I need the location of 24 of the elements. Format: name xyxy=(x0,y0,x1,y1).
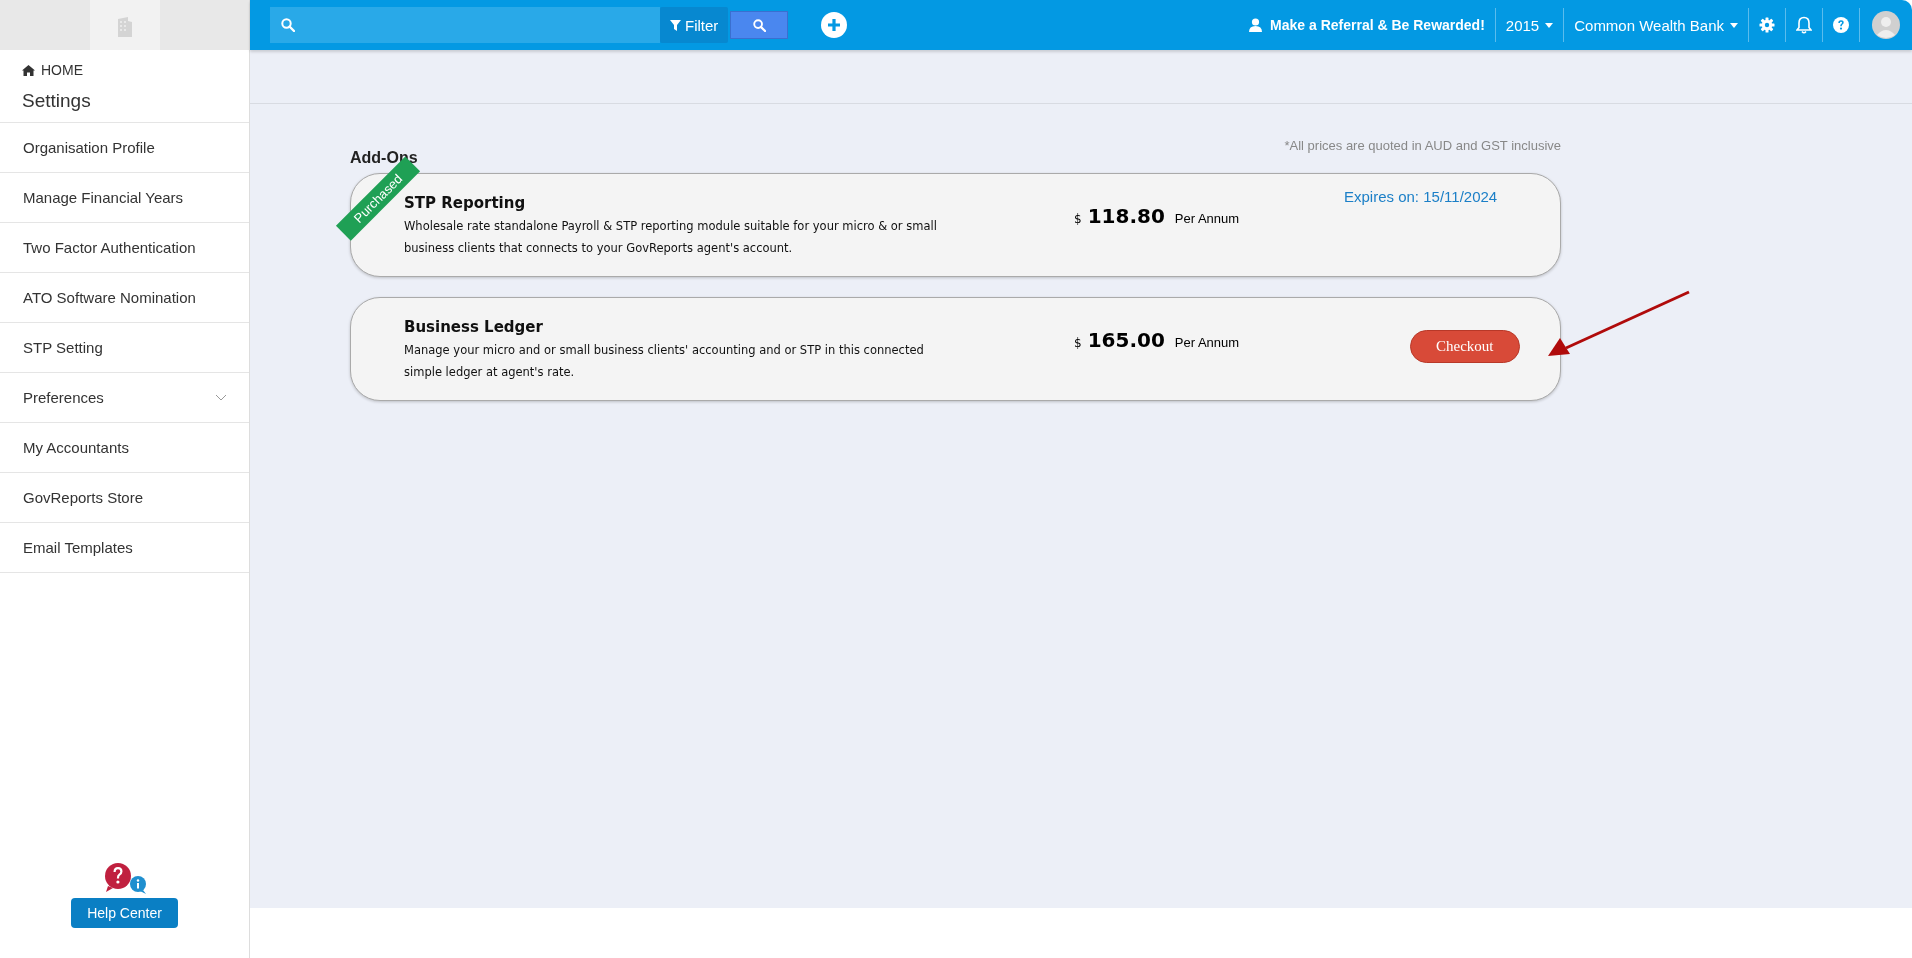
sidebar-item[interactable]: Email Templates xyxy=(0,523,249,573)
currency-symbol: $ xyxy=(1074,336,1082,350)
product-description: Manage your micro and or small business clients' accounting and or STP in this connected simple ledger at agent's rate. xyxy=(404,342,925,381)
sidebar-item[interactable]: ATO Software Nomination xyxy=(0,273,249,323)
price-amount: 165.00 xyxy=(1087,328,1165,352)
sidebar-item[interactable]: Manage Financial Years xyxy=(0,173,249,223)
currency-symbol: $ xyxy=(1074,212,1082,226)
sidebar-item[interactable]: STP Setting xyxy=(0,323,249,373)
price-period: Per Annum xyxy=(1174,211,1240,226)
expiry-date: Expires on: 15/11/2024 xyxy=(1344,188,1499,205)
filter-button[interactable]: Filter xyxy=(660,7,729,43)
sidebar-title: Settings xyxy=(22,90,92,112)
sidebar-item[interactable]: GovReports Store xyxy=(0,473,249,523)
sidebar-item[interactable]: My Accountants xyxy=(0,423,249,473)
product-name: Business Ledger xyxy=(404,318,544,336)
price-amount: 118.80 xyxy=(1087,204,1165,228)
sidebar-item[interactable]: Organisation Profile xyxy=(0,123,249,173)
price-note: *All prices are quoted in AUD and GST inclusive xyxy=(1284,138,1561,153)
home-link[interactable]: HOME xyxy=(41,62,83,78)
help-center-button[interactable]: Help Center xyxy=(71,898,178,928)
sidebar-item[interactable]: Preferences xyxy=(0,373,249,423)
price-period: Per Annum xyxy=(1174,335,1240,350)
checkout-button[interactable]: Checkout xyxy=(1410,330,1520,363)
sidebar-item[interactable]: Two Factor Authentication xyxy=(0,223,249,273)
